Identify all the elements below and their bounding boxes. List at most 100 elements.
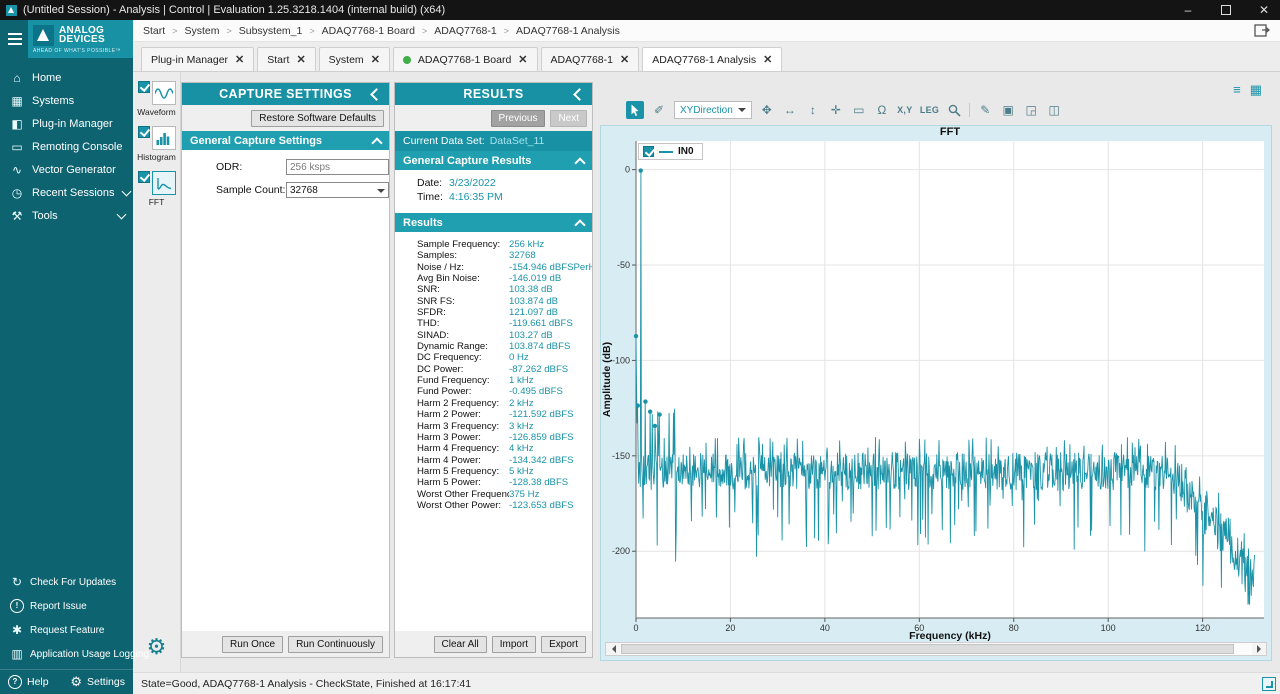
next-button[interactable]: Next	[550, 110, 587, 127]
run-once-button[interactable]: Run Once	[222, 636, 283, 653]
float-panel-icon[interactable]	[1254, 24, 1270, 37]
sidebar-item-vector-generator[interactable]: ∿Vector Generator	[0, 158, 133, 181]
marker-fundamental[interactable]	[639, 168, 643, 172]
chart-list-view-icon[interactable]: ≡	[1233, 82, 1241, 98]
marker-harm-5[interactable]	[657, 412, 661, 416]
breadcrumb-item-start[interactable]: Start	[143, 25, 165, 37]
tab-adaq7768-1[interactable]: ADAQ7768-1✕	[541, 47, 640, 71]
vertical-scale-tool[interactable]: ↕	[805, 102, 821, 118]
chart-grid-view-icon[interactable]: ▦	[1250, 82, 1262, 98]
pan-tool[interactable]: ✥	[759, 102, 775, 118]
section-results[interactable]: Results	[395, 213, 592, 232]
marker-dc[interactable]	[634, 334, 638, 338]
sidebar-item-report-issue[interactable]: !Report Issue	[0, 594, 133, 618]
legend-toggle[interactable]: LEG	[920, 102, 939, 118]
close-button[interactable]: ✕	[1248, 0, 1280, 20]
tab-close-icon[interactable]: ✕	[518, 53, 527, 66]
brush-tool[interactable]: ✐	[651, 102, 667, 118]
sample-count-select[interactable]: 32768	[286, 182, 389, 198]
collapse-panel-icon[interactable]	[573, 88, 586, 101]
minimize-button[interactable]: –	[1172, 0, 1204, 20]
waveform-icon[interactable]	[152, 81, 176, 105]
magnifier-tool[interactable]	[946, 102, 962, 118]
sidebar-item-help[interactable]: ? Help	[8, 675, 49, 689]
capture-bottom-bar: Run Once Run Continuously	[182, 631, 389, 657]
tab-close-icon[interactable]: ✕	[296, 53, 305, 66]
breadcrumb-item-adaq7768-1-analysis[interactable]: ADAQ7768-1 Analysis	[516, 25, 620, 37]
marker-harm-3[interactable]	[648, 409, 652, 413]
histogram-icon[interactable]	[152, 126, 176, 150]
tab-close-icon[interactable]: ✕	[620, 53, 629, 66]
marker-harm-4[interactable]	[653, 424, 657, 428]
tab-plug-in-manager[interactable]: Plug-in Manager✕	[141, 47, 254, 71]
sidebar-item-systems[interactable]: ▦Systems	[0, 89, 133, 112]
fft-icon[interactable]	[152, 171, 176, 195]
tab-close-icon[interactable]: ✕	[763, 53, 772, 66]
xy-direction-select[interactable]: XYDirection	[674, 101, 752, 119]
section-general-capture-results[interactable]: General Capture Results	[395, 151, 592, 170]
systems-icon: ▦	[10, 94, 24, 108]
sidebar-item-request-feature[interactable]: ✱Request Feature	[0, 618, 133, 642]
legend-checkbox[interactable]	[643, 146, 654, 157]
tab-close-icon[interactable]: ✕	[235, 53, 244, 66]
sidebar-item-application-usage-logging[interactable]: ▥Application Usage Logging	[0, 642, 133, 666]
logging-icon: ▥	[10, 647, 24, 661]
section-general-capture-settings[interactable]: General Capture Settings	[182, 131, 389, 150]
capture-settings-panel: CAPTURE SETTINGS Restore Software Defaul…	[181, 82, 390, 658]
export-image-tool[interactable]: ◲	[1023, 102, 1039, 118]
annotate-tool[interactable]: ✎	[977, 102, 993, 118]
fit-view-tool[interactable]: ✛	[828, 102, 844, 118]
zoom-history-tool[interactable]: Ω	[874, 102, 890, 118]
sidebar-item-settings[interactable]: ⚙ Settings	[70, 674, 125, 690]
legend-label: IN0	[678, 146, 694, 157]
view-checkbox[interactable]	[138, 81, 150, 93]
xy-axes-toggle[interactable]: X,Y	[897, 102, 913, 118]
tab-close-icon[interactable]: ✕	[371, 53, 380, 66]
result-row: Harm 4 Frequency:4 kHz	[395, 443, 592, 454]
scroll-track[interactable]	[620, 643, 1252, 655]
export-button[interactable]: Export	[541, 636, 586, 653]
collapse-panel-icon[interactable]	[370, 88, 383, 101]
pointer-tool[interactable]	[626, 101, 644, 119]
sidebar-item-tools[interactable]: ⚒Tools	[0, 204, 133, 227]
resize-grip-icon[interactable]	[1262, 677, 1276, 691]
clear-all-button[interactable]: Clear All	[434, 636, 487, 653]
sidebar-item-home[interactable]: ⌂Home	[0, 66, 133, 89]
hamburger-menu-icon[interactable]	[0, 20, 28, 58]
x-tick-label: 40	[820, 623, 830, 633]
previous-button[interactable]: Previous	[491, 110, 546, 127]
scroll-left-icon[interactable]	[606, 645, 620, 653]
fft-plot[interactable]: FFTAmplitude (dB)Frequency (kHz)02040608…	[601, 126, 1271, 642]
tab-adaq7768-1-analysis[interactable]: ADAQ7768-1 Analysis✕	[642, 47, 782, 71]
result-row: Worst Other Frequency:375 Hz	[395, 489, 592, 500]
copy-tool[interactable]: ◫	[1046, 102, 1062, 118]
breadcrumb-item-subsystem-1[interactable]: Subsystem_1	[239, 25, 303, 37]
sidebar-item-check-for-updates[interactable]: ↻Check For Updates	[0, 570, 133, 594]
vector-icon: ∿	[10, 163, 24, 177]
view-checkbox[interactable]	[138, 126, 150, 138]
tab-start[interactable]: Start✕	[257, 47, 315, 71]
horizontal-scale-tool[interactable]: ↔	[782, 102, 798, 118]
marker-worst-other[interactable]	[636, 403, 640, 407]
scroll-thumb[interactable]	[621, 644, 1234, 654]
chart-horizontal-scrollbar[interactable]	[605, 642, 1267, 656]
marker-harm-2[interactable]	[643, 399, 647, 403]
tab-system[interactable]: System✕	[319, 47, 390, 71]
scroll-right-icon[interactable]	[1252, 645, 1266, 653]
breadcrumb-item-adaq7768-1-board[interactable]: ADAQ7768-1 Board	[322, 25, 415, 37]
result-value: 1 kHz	[509, 375, 534, 386]
box-zoom-tool[interactable]: ▭	[851, 102, 867, 118]
tab-adaq7768-1-board[interactable]: ADAQ7768-1 Board✕	[393, 47, 538, 71]
run-continuously-button[interactable]: Run Continuously	[288, 636, 383, 653]
breadcrumb-item-system[interactable]: System	[184, 25, 219, 37]
import-button[interactable]: Import	[492, 636, 536, 653]
snapshot-tool[interactable]: ▣	[1000, 102, 1016, 118]
maximize-button[interactable]	[1210, 0, 1242, 20]
sidebar-item-remoting-console[interactable]: ▭Remoting Console	[0, 135, 133, 158]
sidebar-item-recent-sessions[interactable]: ◷Recent Sessions	[0, 181, 133, 204]
odr-input[interactable]: 256 ksps	[286, 159, 389, 175]
sidebar-item-plug-in-manager[interactable]: ◧Plug-in Manager	[0, 112, 133, 135]
view-checkbox[interactable]	[138, 171, 150, 183]
breadcrumb-item-adaq7768-1[interactable]: ADAQ7768-1	[434, 25, 496, 37]
restore-defaults-button[interactable]: Restore Software Defaults	[251, 110, 384, 127]
